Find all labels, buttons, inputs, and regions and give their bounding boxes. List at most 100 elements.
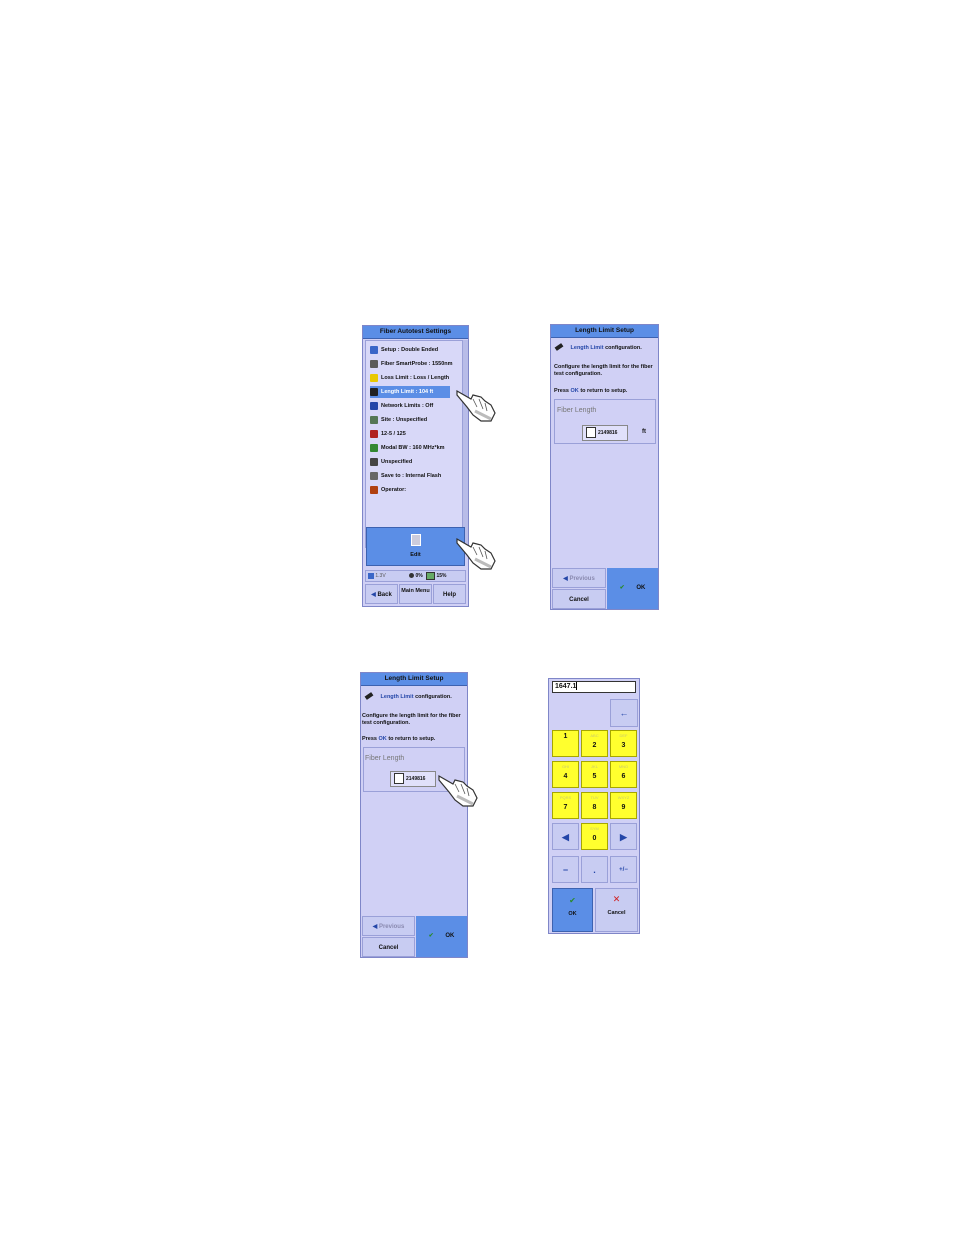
keypad-input[interactable]: 1647.1	[552, 681, 636, 693]
settings-list: Setup : Double Ended Fiber SmartProbe : 1…	[365, 340, 464, 548]
ok-button[interactable]: ✔ OK	[416, 916, 467, 957]
key-digit: 6	[621, 773, 626, 780]
settings-item[interactable]: Save to : Internal Flash	[370, 470, 460, 482]
keypad-ok-label: OK	[568, 911, 577, 917]
keypad-cancel-button[interactable]: ✕ Cancel	[595, 888, 638, 932]
cancel-label: Cancel	[378, 945, 399, 951]
digit-key-9[interactable]: WXYZ 9	[610, 792, 637, 819]
voltage-text: 1.3V	[375, 573, 386, 579]
pointing-hand-icon	[438, 774, 478, 807]
digit-key-6[interactable]: MNO 6	[610, 761, 637, 788]
settings-item-label: Network Limits : Off	[381, 403, 434, 409]
network-icon	[370, 401, 378, 410]
key-letters: ABC	[590, 733, 599, 738]
key-letters: PQRS	[559, 795, 572, 800]
cancel-button[interactable]: Cancel	[552, 589, 606, 609]
press-ok-text: Press OK to return to setup.	[554, 388, 658, 394]
settings-item[interactable]: Site : Unspecified	[370, 414, 460, 426]
minus-icon: −	[562, 865, 569, 875]
settings-item[interactable]: Modal BW : 160 MHz*km	[370, 442, 460, 454]
backspace-key[interactable]: ←	[610, 699, 638, 727]
decimal-key[interactable]: .	[581, 856, 608, 883]
digit-key-8[interactable]: TUV 8	[581, 792, 608, 819]
fiber-length-value-button[interactable]: 2149816	[390, 771, 436, 787]
settings-item-label: Save to : Internal Flash	[381, 473, 442, 479]
ok-label: OK	[445, 933, 455, 939]
help-button[interactable]: Help	[433, 584, 466, 604]
setup-icon	[370, 345, 378, 354]
cancel-button[interactable]: Cancel	[362, 937, 415, 957]
check-icon: ✔	[428, 933, 434, 939]
settings-item[interactable]: Length Limit : 104 ft	[370, 386, 450, 398]
settings-item[interactable]: Operator:	[370, 484, 460, 496]
cursor-right-key[interactable]: ▶	[610, 823, 637, 850]
edit-button[interactable]: Edit	[366, 527, 465, 566]
intro-link: Length Limit	[570, 345, 604, 351]
previous-arrow-icon: ◀	[372, 924, 378, 930]
intro-text: configuration.	[605, 345, 642, 351]
main-menu-button[interactable]: Main Menu	[399, 584, 432, 604]
check-icon: ✔	[569, 896, 576, 905]
key-letters: DEF	[619, 733, 628, 738]
keypad-input-value: 1647.1	[555, 683, 577, 690]
settings-item[interactable]: Fiber SmartProbe : 1550nm	[370, 358, 460, 370]
panel-title: Length Limit Setup	[551, 325, 658, 338]
previous-button[interactable]: ◀ Previous	[362, 916, 415, 936]
check-icon: ✔	[619, 585, 625, 591]
document-icon	[586, 427, 596, 439]
back-button[interactable]: ◀ Back	[365, 584, 398, 604]
settings-item-label: Length Limit : 104 ft	[381, 389, 434, 395]
press-pre: Press	[362, 736, 377, 742]
scrollbar[interactable]	[462, 340, 468, 546]
length-limit-setup-panel: Length Limit Setup Length Limit configur…	[360, 672, 468, 958]
settings-item[interactable]: Loss Limit : Loss / Length	[370, 372, 460, 384]
digit-key-2[interactable]: ABC 2	[581, 730, 608, 757]
loss-limit-icon	[370, 373, 378, 382]
press-post: to return to setup.	[388, 736, 436, 742]
instruction-text: Configure the length limit for the fiber…	[554, 364, 653, 377]
fiber-length-value-button[interactable]: 2149816	[582, 425, 628, 441]
settings-item[interactable]: Unspecified	[370, 456, 460, 468]
site-icon	[370, 415, 378, 424]
key-digit: 4	[563, 773, 568, 780]
settings-item[interactable]: Network Limits : Off	[370, 400, 460, 412]
settings-item[interactable]: Setup : Double Ended	[370, 344, 460, 356]
ok-label: OK	[636, 585, 646, 591]
panel-title: Fiber Autotest Settings	[363, 326, 468, 339]
intro-line: Length Limit configuration.	[554, 343, 658, 351]
key-digit: 0	[592, 835, 597, 842]
digit-key-4[interactable]: GHI 4	[552, 761, 579, 788]
digit-key-7[interactable]: PQRS 7	[552, 792, 579, 819]
press-ok-text: Press OK to return to setup.	[362, 736, 466, 742]
key-digit: 7	[563, 804, 568, 811]
settings-item-label: Operator:	[381, 487, 407, 493]
numeric-keypad-panel: 1647.1 ← 1 ABC 2 DEF 3 GHI 4 JKL 5 MNO 6 PQRS 7 TUV 8 W…	[548, 678, 640, 934]
keypad-ok-button[interactable]: ✔ OK	[552, 888, 593, 932]
digit-key-5[interactable]: JKL 5	[581, 761, 608, 788]
previous-button[interactable]: ◀ Previous	[552, 568, 606, 588]
key-digit: 1	[563, 733, 568, 740]
minus-key[interactable]: −	[552, 856, 579, 883]
fiber-length-label: Fiber Length	[557, 407, 597, 414]
arrow-left-icon: ◀	[562, 832, 569, 842]
status-bar: 1.3V 0% 15%	[365, 570, 466, 582]
digit-key-3[interactable]: DEF 3	[610, 730, 637, 757]
fiber-type-icon	[370, 429, 378, 438]
settings-item[interactable]: 12-5 / 125	[370, 428, 460, 440]
digit-key-0[interactable]: SYM 0	[581, 823, 608, 850]
pointing-hand-icon	[456, 389, 496, 422]
cursor-left-key[interactable]: ◀	[552, 823, 579, 850]
voltage-icon	[368, 572, 374, 579]
ok-button[interactable]: ✔ OK	[607, 568, 658, 609]
power-icon	[409, 573, 415, 579]
operator-icon	[370, 485, 378, 494]
back-label: Back	[377, 592, 392, 598]
key-letters: WXYZ	[617, 795, 630, 800]
power-text: 0%	[415, 573, 423, 579]
cancel-label: Cancel	[569, 597, 589, 603]
length-limit-icon	[364, 692, 374, 700]
previous-arrow-icon: ◀	[563, 576, 568, 582]
digit-key-1[interactable]: 1	[552, 730, 579, 757]
main-menu-label: Main Menu	[401, 588, 430, 594]
plus-minus-key[interactable]: +/−	[610, 856, 637, 883]
